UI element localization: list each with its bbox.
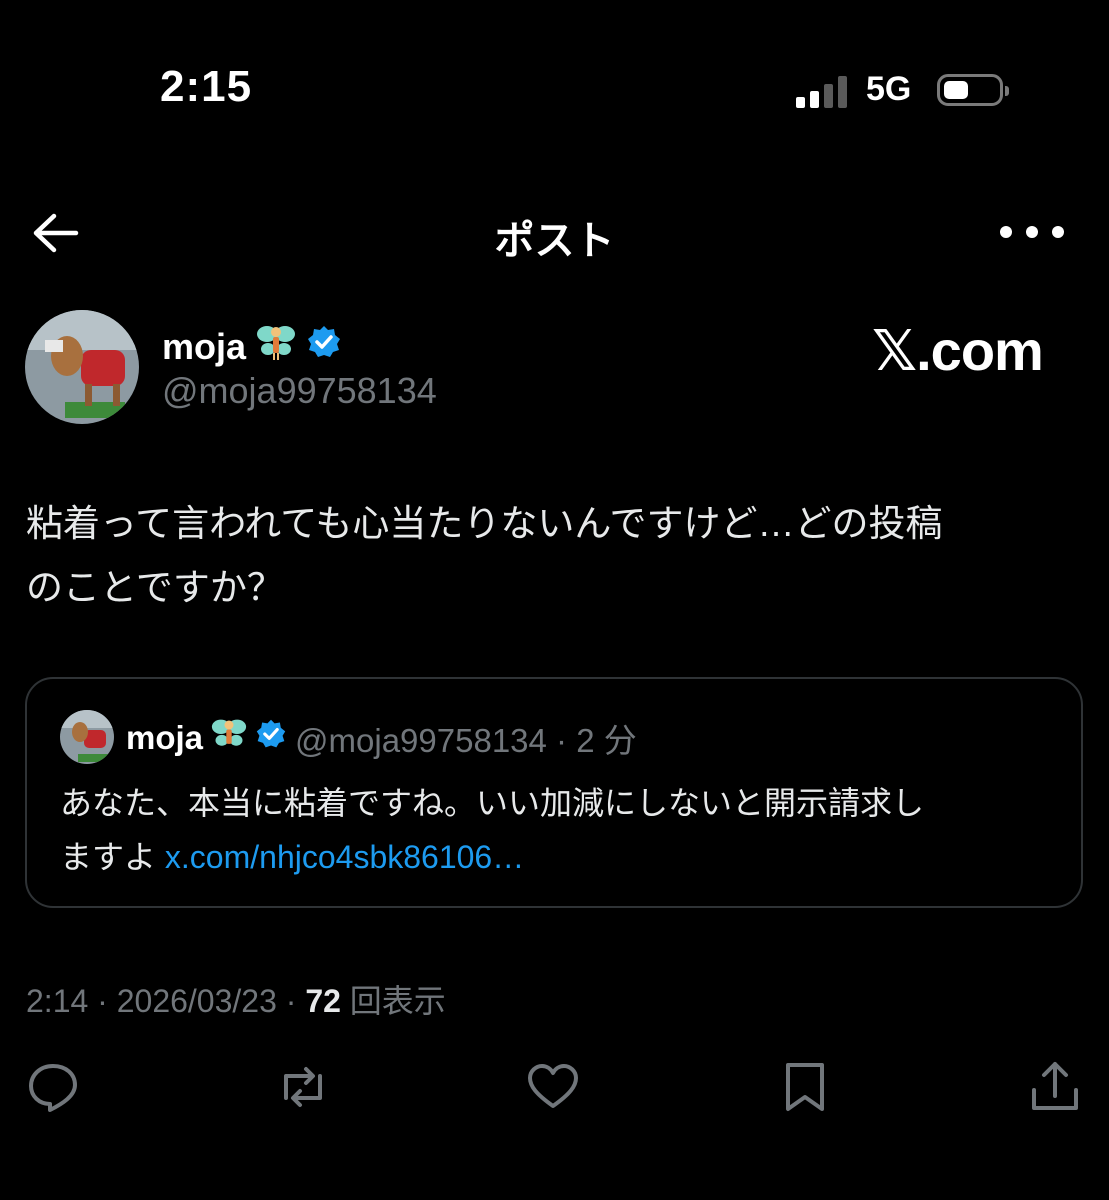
x-com-watermark: 𝕏.com [872, 319, 1044, 384]
fairy-emoji-icon [256, 322, 296, 371]
quoted-avatar [60, 710, 114, 764]
fairy-emoji-icon [211, 716, 247, 760]
more-options-icon[interactable] [1000, 214, 1064, 250]
quoted-text-line: ますよ x.com/nhjco4sbk86106… [60, 839, 525, 875]
post-text-line: のことですか？ [26, 567, 284, 608]
views-label: 回表示 [340, 983, 446, 1019]
repost-icon[interactable] [274, 1058, 332, 1116]
status-time: 2:15 [160, 62, 253, 111]
post-text: 粘着って言われても心当たりないんですけど…どの投稿 のことですか？ [26, 492, 1086, 620]
avatar[interactable] [25, 310, 139, 424]
post-meta: 2:14 · 2026/03/23 · 72 回表示 [26, 976, 446, 1022]
verified-badge-icon [306, 324, 342, 369]
battery-icon [937, 74, 1009, 106]
author-handle[interactable]: @moja99758134 [162, 370, 437, 412]
share-icon[interactable] [1026, 1058, 1084, 1116]
reply-icon[interactable] [24, 1058, 82, 1116]
like-icon[interactable] [524, 1058, 582, 1116]
author-name-row[interactable]: moja [162, 322, 342, 371]
quoted-header: moja @moja99758134 · 2 分 [126, 714, 637, 762]
view-count: 72 [305, 983, 341, 1019]
bookmark-icon[interactable] [776, 1058, 834, 1116]
post-text-line: 粘着って言われても心当たりないんですけど…どの投稿 [26, 503, 943, 544]
cellular-signal-icon [796, 74, 848, 108]
page-title: ポスト [494, 219, 615, 263]
author-display-name: moja [162, 325, 247, 367]
quoted-text-line: あなた、本当に粘着ですね。いい加減にしないと開示請求し [60, 785, 925, 821]
quoted-display-name: moja [126, 719, 204, 756]
quoted-handle-time: @moja99758134 · 2 分 [295, 722, 637, 759]
verified-badge-icon [255, 718, 287, 758]
quoted-link[interactable]: x.com/nhjco4sbk86106… [165, 839, 524, 875]
network-type: 5G [866, 70, 912, 108]
quoted-text: あなた、本当に粘着ですね。いい加減にしないと開示請求し ますよ x.com/nh… [60, 776, 1060, 884]
post-timestamp: 2:14 · 2026/03/23 · [26, 983, 306, 1019]
